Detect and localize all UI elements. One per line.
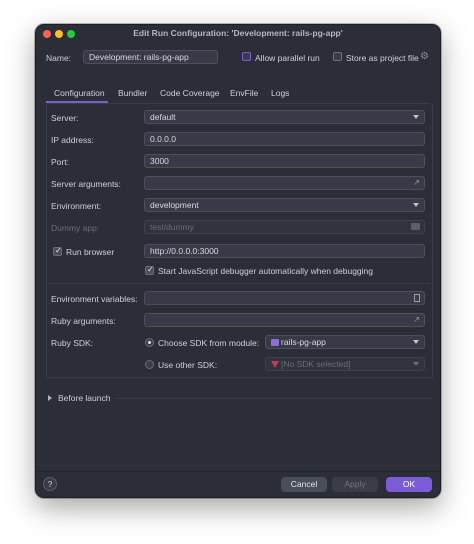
tab-code-coverage[interactable]: Code Coverage [160,88,220,98]
server-value: default [150,112,176,122]
chevron-down-icon [413,340,419,344]
before-launch-divider [116,398,433,399]
chevron-down-icon [413,115,419,119]
title-bar: Edit Run Configuration: 'Development: ra… [36,25,440,43]
choose-sdk-label: Choose SDK from module: [158,338,260,348]
gear-icon[interactable]: ⚙ [420,51,429,62]
help-button[interactable]: ? [43,477,57,491]
ok-button[interactable]: OK [386,477,432,492]
folder-icon [411,223,420,230]
choose-sdk-radio[interactable] [145,338,154,347]
ruby-sdk-label: Ruby SDK: [51,338,94,348]
run-configuration-dialog: Edit Run Configuration: 'Development: ra… [35,24,441,498]
section-divider [48,283,431,284]
ruby-arguments-input[interactable]: ↗ [144,313,425,327]
allow-parallel-checkbox[interactable] [242,52,251,61]
environment-value: development [150,200,199,210]
server-arguments-label: Server arguments: [51,179,121,189]
js-debugger-checkbox[interactable]: ✓ [145,265,154,275]
expand-icon[interactable]: ↗ [413,177,420,189]
tab-logs[interactable]: Logs [271,88,289,98]
port-input[interactable]: 3000 [144,154,425,168]
other-sdk-radio[interactable] [145,360,154,369]
ip-address-input[interactable]: 0.0.0.0 [144,132,425,146]
browser-url-input[interactable]: http://0.0.0.0:3000 [144,244,425,258]
js-debugger-label: Start JavaScript debugger automatically … [158,266,373,276]
window-title: Edit Run Configuration: 'Development: ra… [133,28,343,38]
environment-label: Environment: [51,201,102,211]
module-icon [271,339,279,346]
cancel-button[interactable]: Cancel [281,477,327,492]
module-sdk-select[interactable]: rails-pg-app [265,335,425,349]
tab-bundler[interactable]: Bundler [118,88,147,98]
apply-button[interactable]: Apply [332,477,378,492]
chevron-right-icon[interactable] [48,395,52,401]
other-sdk-value: [No SDK selected] [281,359,351,369]
document-icon[interactable] [414,294,420,302]
run-browser-label: Run browser [66,247,115,257]
store-project-label: Store as project file [346,53,419,63]
name-label: Name: [46,53,72,63]
before-launch-label[interactable]: Before launch [58,393,110,403]
environment-select[interactable]: development [144,198,425,212]
server-arguments-input[interactable]: ↗ [144,176,425,190]
store-project-checkbox[interactable] [333,52,342,61]
module-sdk-value: rails-pg-app [281,337,326,347]
other-sdk-label: Use other SDK: [158,360,218,370]
chevron-down-icon [413,203,419,207]
environment-variables-label: Environment variables: [51,294,138,304]
tab-envfile[interactable]: EnvFile [230,88,258,98]
allow-parallel-label: Allow parallel run [255,53,320,63]
environment-variables-input[interactable] [144,291,425,305]
dummy-app-label: Dummy app: [51,223,100,233]
server-label: Server: [51,113,79,123]
ruby-arguments-label: Ruby arguments: [51,316,116,326]
expand-icon[interactable]: ↗ [413,314,420,326]
ip-address-label: IP address: [51,135,94,145]
checkmark-icon: ✓ [55,246,62,255]
checkmark-icon: ✓ [147,265,154,274]
tab-configuration[interactable]: Configuration [54,88,105,98]
server-select[interactable]: default [144,110,425,124]
radio-selected-dot [148,341,151,344]
run-browser-checkbox[interactable]: ✓ [53,246,62,256]
name-input[interactable]: Development: rails-pg-app [83,50,218,64]
other-sdk-select: [No SDK selected] [265,357,425,371]
footer-divider [36,471,440,472]
dummy-app-input: test/dummy [144,220,425,234]
chevron-down-icon [413,362,419,366]
port-label: Port: [51,157,69,167]
ruby-icon [271,361,279,368]
dummy-app-value: test/dummy [150,222,194,232]
